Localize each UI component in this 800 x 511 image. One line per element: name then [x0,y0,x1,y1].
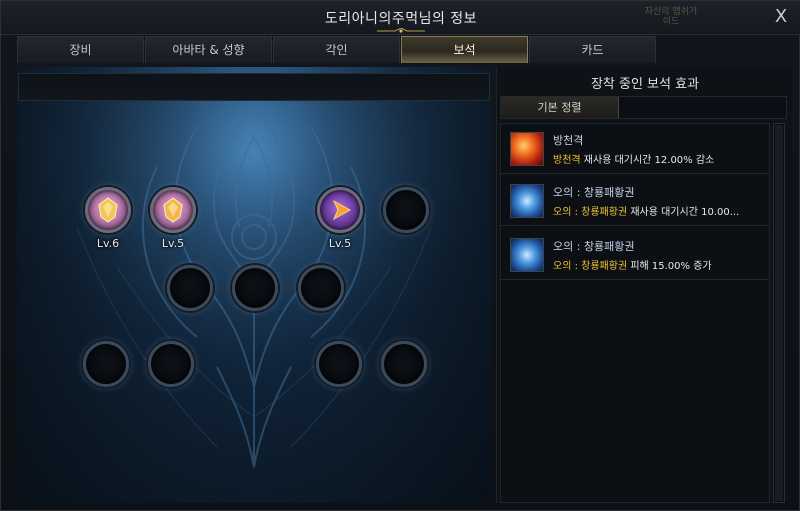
gem-slot-3[interactable] [317,187,363,233]
gem-board: Lv.6 Lv.5 Lv.5 [17,67,492,503]
effect-skill-name: 오의 : 창룡패황권 [553,186,635,199]
gem-level-label: Lv.6 [96,237,120,250]
effect-skill-highlight: 오의 : 창룡패황권 [553,261,628,272]
tab-avatar[interactable]: 아바타 & 성향 [145,36,272,63]
close-button[interactable]: X [769,5,793,29]
effect-skill-highlight: 방천격 [553,155,581,166]
character-info-window: 도리아니의주먹님의 정보 자신의 맵쉬가이드 X 장비 아바타 & 성향 각인 … [0,0,800,511]
gem-slot-9[interactable] [148,341,194,387]
gem-slot-1[interactable] [85,187,131,233]
title-bar[interactable]: 도리아니의주먹님의 정보 자신의 맵쉬가이드 X [1,1,800,35]
sort-default-button[interactable]: 기본 정렬 [501,97,619,118]
gem-slot-8[interactable] [83,341,129,387]
effect-description: 오의 : 창룡패황권 재사용 대기시간 10.00... [553,203,739,218]
effect-skill-name: 오의 : 창룡패황권 [553,240,635,253]
effects-scrollbar-thumb[interactable] [775,125,783,501]
effect-description-text: 재사용 대기시간 12.00% 감소 [580,155,715,166]
gem-level-label: Lv.5 [161,237,185,250]
gem-slot-5[interactable] [167,265,213,311]
gem-slot-10[interactable] [316,341,362,387]
effects-list: 방천격 방천격 재사용 대기시간 12.00% 감소 오의 : 창룡패황권 오의… [500,123,770,503]
gem-slot-4[interactable] [383,187,429,233]
tab-cards[interactable]: 카드 [529,36,656,63]
effect-description-text: 재사용 대기시간 10.00... [627,207,740,218]
tab-gems[interactable]: 보석 [401,36,528,63]
tab-bar: 장비 아바타 & 성향 각인 보석 카드 [17,36,792,63]
dragon-fist-icon [510,238,544,272]
tab-engraving[interactable]: 각인 [273,36,400,63]
gem-crystal-icon [163,197,183,223]
gem-slot-6[interactable] [232,265,278,311]
gem-board-header [18,73,490,101]
effect-description: 방천격 재사용 대기시간 12.00% 감소 [553,151,714,166]
fire-strike-icon [510,132,544,166]
effects-scrollbar[interactable] [773,123,785,503]
effects-title: 장착 중인 보석 효과 [590,77,700,92]
gem-slot-11[interactable] [381,341,427,387]
effect-item[interactable]: 오의 : 창룡패황권 오의 : 창룡패황권 재사용 대기시간 10.00... [501,176,769,226]
title-ornament-icon [377,28,425,33]
effect-item[interactable]: 오의 : 창룡패황권 오의 : 창룡패황권 피해 15.00% 증가 [501,230,769,280]
dragon-fist-icon [510,184,544,218]
gem-slot-7[interactable] [298,265,344,311]
gem-flame-icon [332,199,352,221]
corner-hint-text: 자신의 맵쉬가이드 [644,7,698,27]
gem-effects-panel: 장착 중인 보석 효과 기본 정렬 방천격 방천격 재사용 대기시간 12.00… [496,67,792,503]
effect-skill-highlight: 오의 : 창룡패황권 [553,207,628,218]
gem-level-label: Lv.5 [328,237,352,250]
effect-description: 오의 : 창룡패황권 피해 15.00% 증가 [553,257,712,272]
sort-bar: 기본 정렬 [500,96,787,119]
gem-slot-2[interactable] [150,187,196,233]
effect-description-text: 피해 15.00% 증가 [627,261,712,272]
effect-item[interactable]: 방천격 방천격 재사용 대기시간 12.00% 감소 [501,124,769,174]
effect-skill-name: 방천격 [553,134,584,147]
gem-crystal-icon [98,197,118,223]
tab-equipment[interactable]: 장비 [17,36,144,63]
